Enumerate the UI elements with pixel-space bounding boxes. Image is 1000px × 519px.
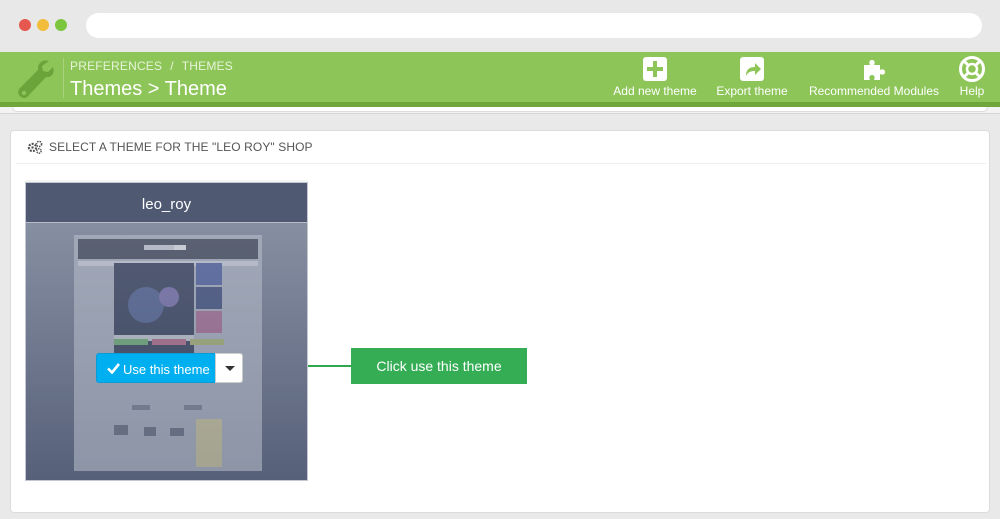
- add-new-theme-label: Add new theme: [613, 84, 697, 98]
- browser-title-bar: [0, 0, 1000, 52]
- header-divider: [63, 58, 64, 98]
- use-this-theme-button[interactable]: Use this theme: [96, 353, 216, 383]
- plus-square-icon: [643, 57, 667, 81]
- help-label: Help: [959, 84, 985, 98]
- close-window-button[interactable]: [19, 19, 31, 31]
- lifebuoy-icon: [959, 56, 985, 82]
- gears-icon: [27, 140, 43, 154]
- theme-name: leo_roy: [141, 196, 192, 213]
- recommended-modules-label: Recommended Modules: [808, 84, 940, 98]
- caret-down-icon: [225, 366, 235, 371]
- export-theme-label: Export theme: [716, 84, 788, 98]
- share-icon: [740, 57, 764, 81]
- check-icon: [107, 363, 120, 374]
- page-title: Themes > Theme: [70, 78, 227, 100]
- minimize-window-button[interactable]: [37, 19, 49, 31]
- theme-name-bar: leo_roy: [26, 183, 307, 223]
- puzzle-icon: [864, 60, 885, 80]
- panel-heading: SELECT A THEME FOR THE "LEO ROY" SHOP: [16, 132, 986, 164]
- use-this-theme-label: Use this theme: [123, 362, 210, 377]
- callout-connector-line: [308, 365, 351, 367]
- address-bar[interactable]: [86, 13, 982, 38]
- breadcrumb-separator: /: [170, 59, 174, 73]
- theme-options-dropdown-button[interactable]: [215, 353, 243, 383]
- maximize-window-button[interactable]: [55, 19, 67, 31]
- toolbar-underlay: [0, 107, 1000, 114]
- breadcrumb: PREFERENCES / THEMES: [70, 59, 233, 73]
- help-button[interactable]: Help: [955, 56, 989, 100]
- add-new-theme-button[interactable]: Add new theme: [611, 56, 699, 100]
- breadcrumb-preferences[interactable]: PREFERENCES: [70, 59, 162, 73]
- breadcrumb-themes[interactable]: THEMES: [182, 59, 233, 73]
- panel-title: SELECT A THEME FOR THE "LEO ROY" SHOP: [49, 140, 313, 154]
- recommended-modules-button[interactable]: Recommended Modules: [805, 56, 943, 100]
- instruction-callout: Click use this theme: [351, 348, 527, 384]
- wrench-icon: [18, 60, 54, 99]
- export-theme-button[interactable]: Export theme: [713, 56, 791, 100]
- theme-card[interactable]: leo_roy: [25, 182, 308, 481]
